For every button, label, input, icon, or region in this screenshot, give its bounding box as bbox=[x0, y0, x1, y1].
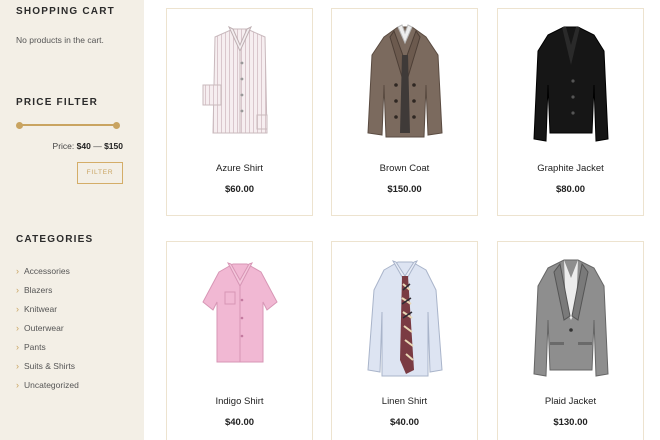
product-card[interactable]: Linen Shirt $40.00 bbox=[331, 241, 478, 440]
chevron-right-icon: › bbox=[16, 360, 19, 371]
price-max: $150 bbox=[104, 141, 123, 151]
product-card[interactable]: Azure Shirt $60.00 bbox=[166, 8, 313, 216]
chevron-right-icon: › bbox=[16, 284, 19, 295]
product-name[interactable]: Graphite Jacket bbox=[498, 163, 643, 174]
price-label: Price: bbox=[52, 141, 75, 151]
product-name[interactable]: Brown Coat bbox=[332, 163, 477, 174]
category-label: Uncategorized bbox=[24, 379, 79, 390]
category-label: Accessories bbox=[24, 265, 70, 276]
category-item[interactable]: › Knitwear bbox=[16, 299, 79, 318]
price-separator: — bbox=[93, 141, 102, 151]
product-price: $40.00 bbox=[389, 417, 420, 428]
categories-title: CATEGORIES bbox=[16, 234, 94, 245]
product-card[interactable]: Plaid Jacket $130.00 bbox=[497, 241, 644, 440]
product-price: $60.00 bbox=[224, 184, 255, 195]
product-image-coat[interactable] bbox=[350, 15, 460, 145]
product-card[interactable]: Graphite Jacket $80.00 bbox=[497, 8, 644, 216]
chevron-right-icon: › bbox=[16, 265, 19, 276]
product-image-jacket[interactable] bbox=[516, 15, 626, 145]
product-name[interactable]: Plaid Jacket bbox=[498, 396, 643, 407]
chevron-right-icon: › bbox=[16, 341, 19, 352]
slider-track bbox=[19, 124, 117, 126]
cart-empty-message: No products in the cart. bbox=[16, 35, 104, 45]
category-label: Outerwear bbox=[24, 322, 64, 333]
shopping-cart-title: SHOPPING CART bbox=[16, 6, 115, 17]
category-item[interactable]: › Blazers bbox=[16, 280, 79, 299]
product-image-shirt[interactable] bbox=[185, 250, 295, 380]
category-label: Knitwear bbox=[24, 303, 58, 314]
price-min: $40 bbox=[76, 141, 91, 151]
product-image-shirt[interactable] bbox=[185, 15, 295, 145]
product-price: $40.00 bbox=[224, 417, 255, 428]
slider-max-handle[interactable] bbox=[113, 122, 120, 129]
price-range-readout: Price: $40 — $150 bbox=[53, 141, 123, 151]
category-item[interactable]: › Uncategorized bbox=[16, 375, 79, 394]
filter-button[interactable]: FILTER bbox=[77, 162, 123, 184]
product-price: $130.00 bbox=[553, 417, 588, 428]
category-item[interactable]: › Accessories bbox=[16, 261, 79, 280]
category-item[interactable]: › Suits & Shirts bbox=[16, 356, 79, 375]
category-item[interactable]: › Outerwear bbox=[16, 318, 79, 337]
product-price: $150.00 bbox=[387, 184, 422, 195]
category-label: Blazers bbox=[24, 284, 53, 295]
product-image-shirt[interactable] bbox=[350, 250, 460, 380]
sidebar: SHOPPING CART No products in the cart. P… bbox=[0, 0, 144, 440]
product-name[interactable]: Indigo Shirt bbox=[167, 396, 312, 407]
category-label: Pants bbox=[24, 341, 46, 352]
category-item[interactable]: › Pants bbox=[16, 337, 79, 356]
product-image-jacket[interactable] bbox=[516, 250, 626, 380]
product-card[interactable]: Brown Coat $150.00 bbox=[331, 8, 478, 216]
price-filter-title: PRICE FILTER bbox=[16, 97, 98, 108]
category-list: › Accessories › Blazers › Knitwear › Outerwe… bbox=[16, 261, 79, 394]
chevron-right-icon: › bbox=[16, 379, 19, 390]
product-price: $80.00 bbox=[555, 184, 586, 195]
product-card[interactable]: Indigo Shirt $40.00 bbox=[166, 241, 313, 440]
slider-min-handle[interactable] bbox=[16, 122, 23, 129]
price-range-slider[interactable] bbox=[16, 122, 120, 129]
chevron-right-icon: › bbox=[16, 303, 19, 314]
chevron-right-icon: › bbox=[16, 322, 19, 333]
product-name[interactable]: Azure Shirt bbox=[167, 163, 312, 174]
product-name[interactable]: Linen Shirt bbox=[332, 396, 477, 407]
category-label: Suits & Shirts bbox=[24, 360, 76, 371]
